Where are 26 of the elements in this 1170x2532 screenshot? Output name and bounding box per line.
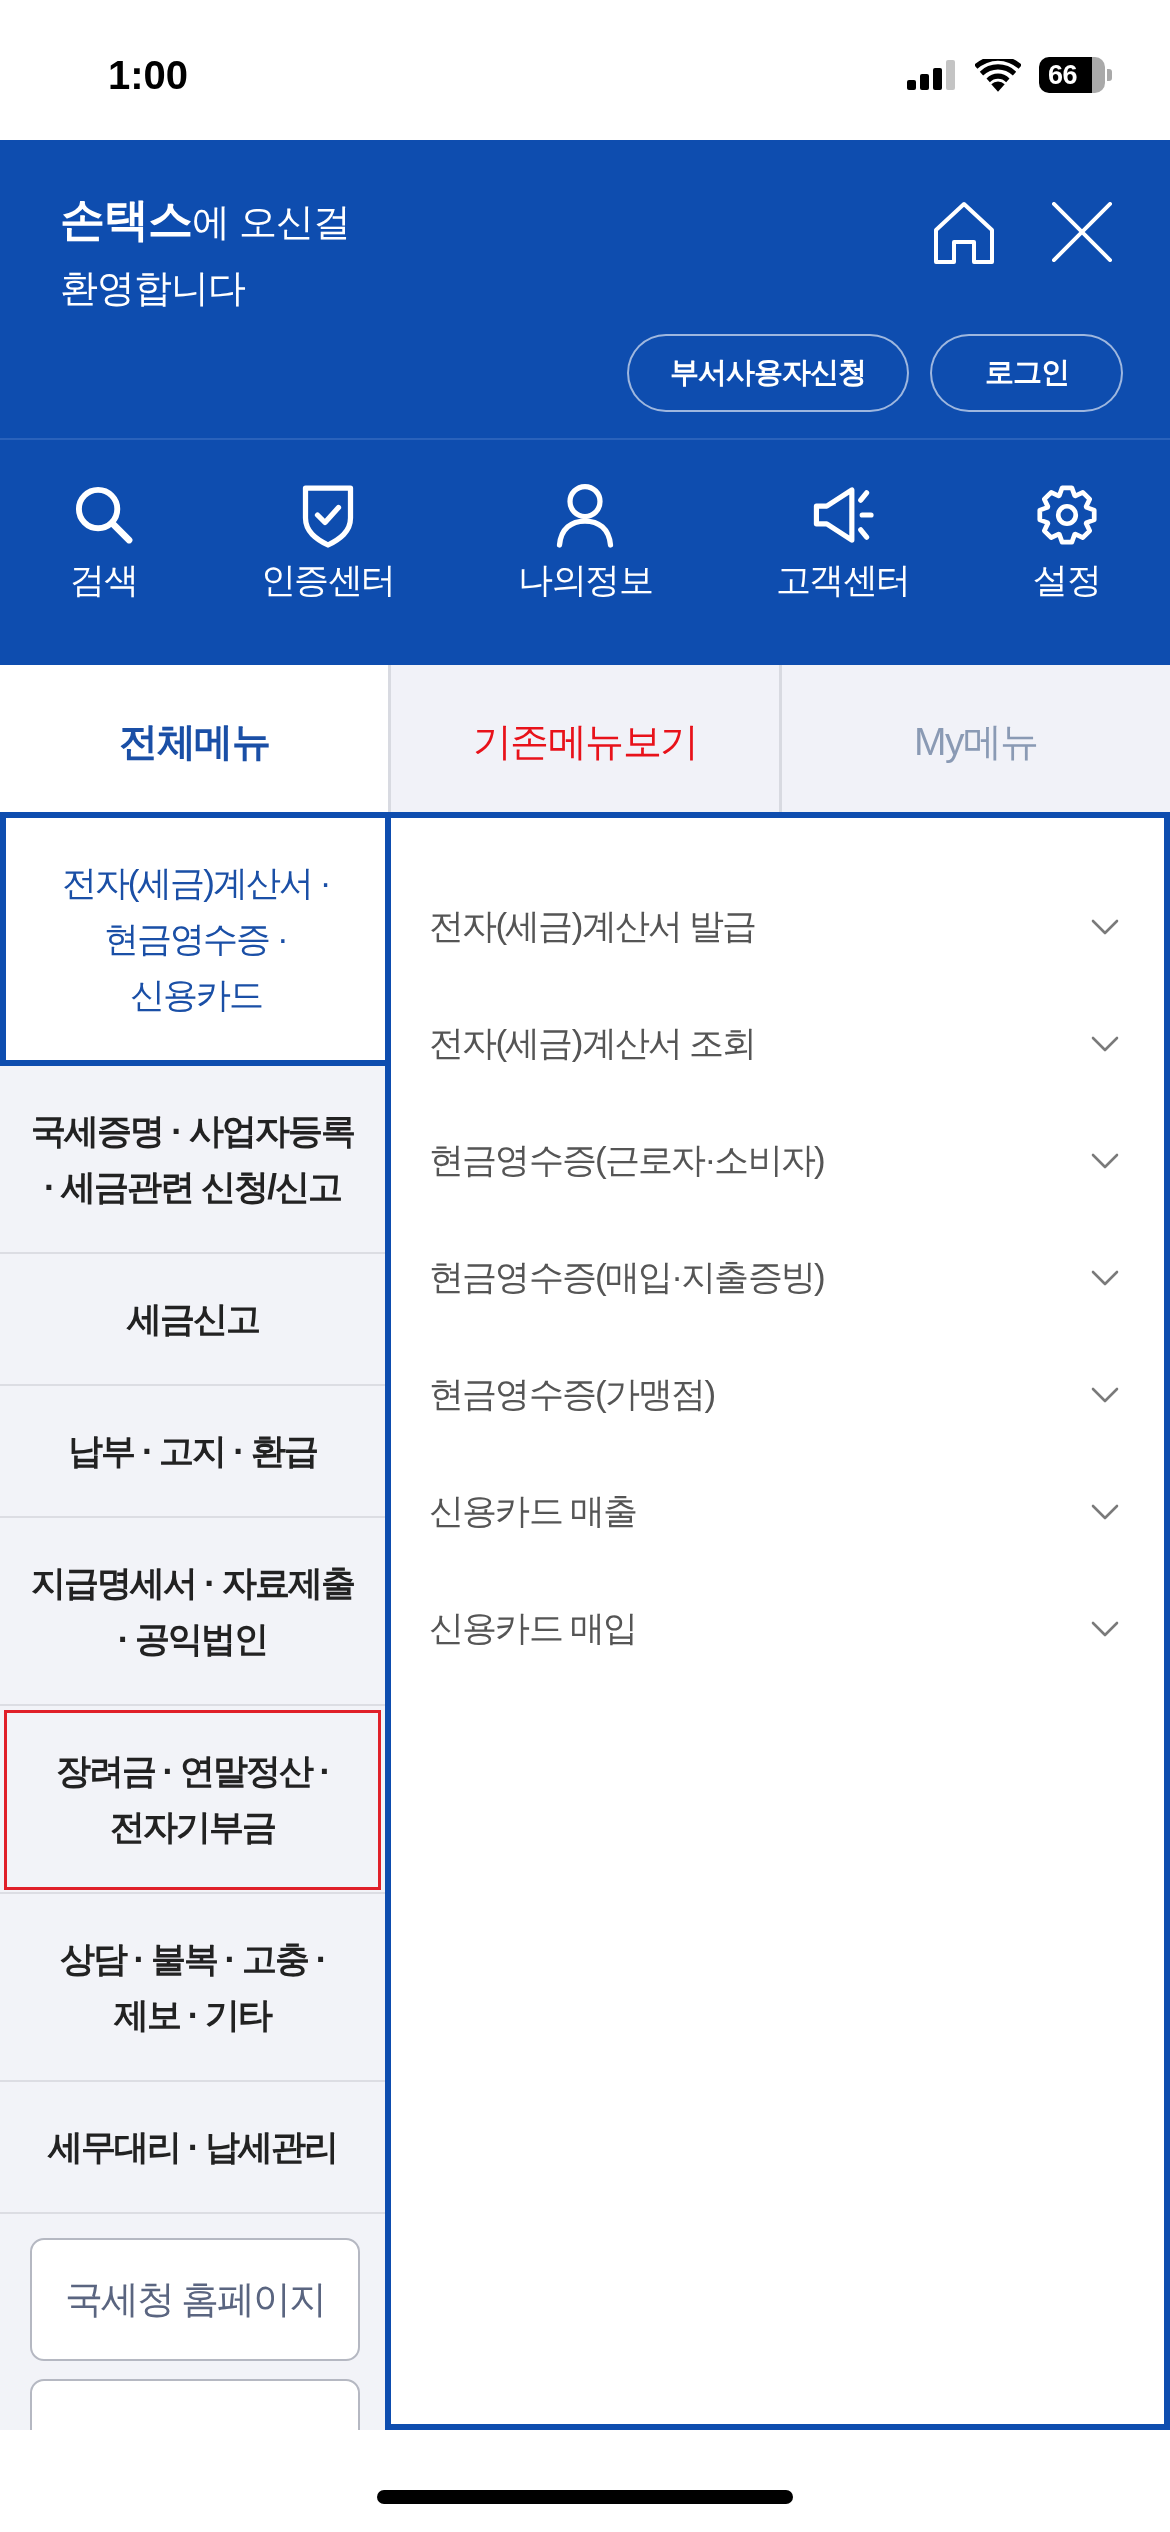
quick-menu-item[interactable]: 검색: [70, 482, 137, 665]
home-icon[interactable]: [932, 200, 996, 264]
category-item[interactable]: 전자(세금)계산서 · 현금영수증 · 신용카드: [0, 818, 385, 1066]
quick-menu-item[interactable]: 설정: [1033, 482, 1100, 665]
homepage-link-button[interactable]: 국세청 홈페이지: [30, 2238, 360, 2361]
submenu-item[interactable]: 현금영수증(가맹점): [391, 1336, 1164, 1453]
quick-menu-item[interactable]: 나의정보: [518, 482, 652, 665]
menu-tab[interactable]: 기존메뉴보기: [388, 665, 779, 812]
submenu-item[interactable]: 신용카드 매출: [391, 1453, 1164, 1570]
close-icon[interactable]: [1052, 202, 1112, 262]
submenu-item[interactable]: 전자(세금)계산서 조회: [391, 985, 1164, 1102]
submenu-item[interactable]: 현금영수증(근로자·소비자): [391, 1102, 1164, 1219]
settings-icon: [1035, 482, 1098, 548]
signal-icon: [907, 60, 957, 90]
submenu-item[interactable]: 전자(세금)계산서 발급: [391, 868, 1164, 985]
header-button[interactable]: 로그인: [930, 334, 1123, 412]
header-button[interactable]: 부서사용자신청: [627, 334, 909, 412]
person-icon: [554, 482, 616, 548]
battery-indicator: 66: [1039, 57, 1112, 93]
wifi-icon: [975, 58, 1021, 92]
quick-menu-item[interactable]: 인증센터: [260, 482, 395, 665]
submenu-item[interactable]: 현금영수증(매입·지출증빙): [391, 1219, 1164, 1336]
status-time: 1:00: [108, 52, 189, 98]
submenu-item[interactable]: 신용카드 매입: [391, 1570, 1164, 1687]
welcome-message: 손택스에 오신걸 환영합니다: [60, 193, 350, 311]
quick-menu-item[interactable]: 고객센터: [775, 482, 910, 665]
